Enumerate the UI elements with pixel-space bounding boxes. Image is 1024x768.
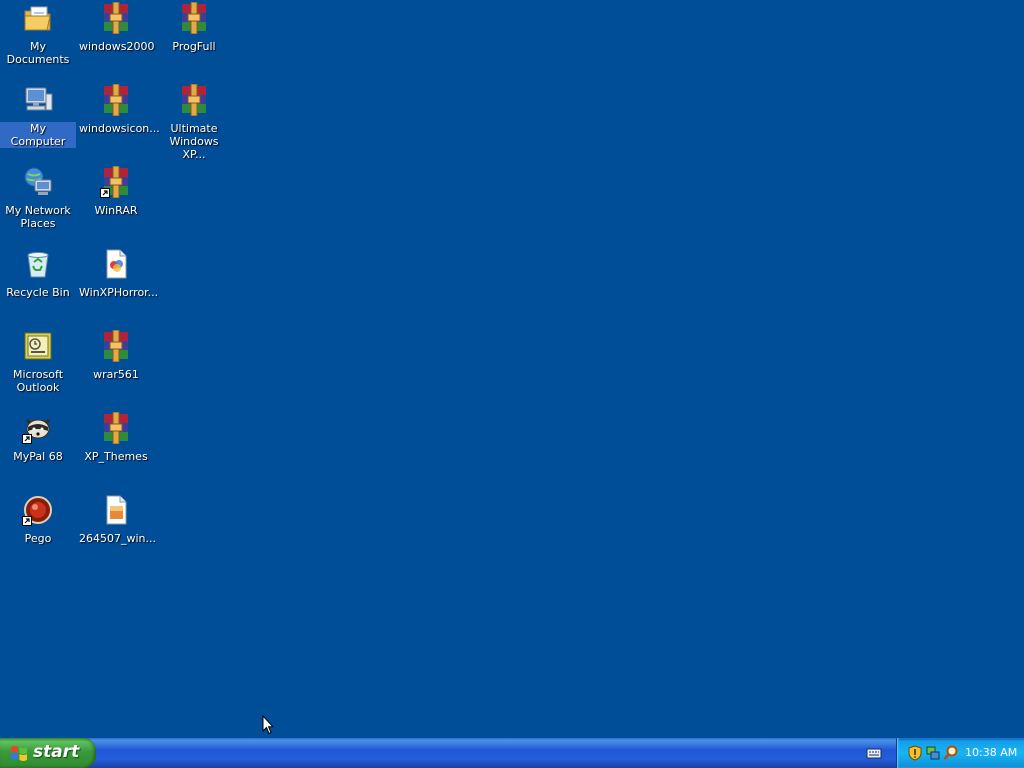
desktop-icon-winxphorror[interactable]: WinXPHorror... xyxy=(78,248,159,328)
start-button[interactable]: start xyxy=(0,738,96,768)
desktop-icon-label: Pego xyxy=(24,532,52,545)
desktop-icon-wrar561[interactable]: wrar561 xyxy=(78,329,154,410)
desktop-icon-mypal-68[interactable]: MyPal 68 xyxy=(0,412,76,492)
desktop-icon-label: WinXPHorror... xyxy=(79,286,159,299)
clock[interactable]: 10:38 AM xyxy=(965,746,1017,759)
keyboard-icon[interactable] xyxy=(866,746,882,760)
desktop-icon-label: My Documents xyxy=(6,40,70,66)
desktop-icon-label: WinRAR xyxy=(94,204,138,217)
security-shield-icon[interactable] xyxy=(907,745,923,761)
winrar-archive-icon xyxy=(178,83,210,117)
taskbar: start 10:38 AM xyxy=(0,738,1024,768)
winrar-archive-icon xyxy=(178,1,210,35)
mouse-cursor-icon xyxy=(262,715,274,735)
desktop-icon-label: XP_Themes xyxy=(84,450,148,463)
desktop-icon-label: windows2000 xyxy=(79,40,155,53)
outlook-icon xyxy=(22,330,54,362)
desktop-icon-my-documents[interactable]: My Documents xyxy=(0,2,76,82)
winrar-archive-icon xyxy=(100,329,132,363)
mypal-browser-icon xyxy=(22,412,54,444)
windows-logo-icon xyxy=(11,746,27,761)
desktop-icon-label: wrar561 xyxy=(93,368,139,381)
desktop-icon-winrar[interactable]: WinRAR xyxy=(78,165,154,246)
image-file-icon xyxy=(100,248,132,280)
desktop-icon-windows2000[interactable]: windows2000 xyxy=(78,1,155,82)
network-places-icon xyxy=(22,166,54,198)
winrar-archive-icon xyxy=(100,83,132,117)
desktop-icon-label: My Network Places xyxy=(5,204,71,230)
pego-icon xyxy=(22,494,54,526)
shortcut-arrow-icon xyxy=(100,188,110,198)
computer-icon xyxy=(22,84,54,116)
winrar-archive-icon xyxy=(100,1,132,35)
system-tray: 10:38 AM xyxy=(896,738,1024,768)
shortcut-arrow-icon xyxy=(22,434,32,444)
shortcut-arrow-icon xyxy=(22,516,32,526)
desktop-icon-label: MyPal 68 xyxy=(13,450,63,463)
desktop-icon-label: Ultimate Windows XP... xyxy=(169,122,219,161)
winrar-shortcut-icon xyxy=(100,165,132,199)
start-label: start xyxy=(33,742,80,762)
folder-documents-icon xyxy=(22,2,54,34)
desktop-icon-label: 264507_win... xyxy=(79,532,157,545)
desktop-icon-my-computer[interactable]: My Computer xyxy=(0,84,76,164)
desktop-icon-label: My Computer xyxy=(0,122,76,148)
desktop-icon-label: Recycle Bin xyxy=(6,286,70,299)
desktop-icon-ultimate-windows-xp[interactable]: Ultimate Windows XP... xyxy=(156,83,232,164)
desktop[interactable]: My Documents My Computer My Network Plac xyxy=(0,0,1024,738)
recycle-bin-icon xyxy=(22,248,54,280)
desktop-icon-microsoft-outlook[interactable]: Microsoft Outlook xyxy=(0,330,76,410)
image-file-icon xyxy=(100,494,132,526)
desktop-icon-label: ProgFull xyxy=(172,40,216,53)
desktop-icon-xp-themes[interactable]: XP_Themes xyxy=(78,411,154,492)
desktop-icon-progfull[interactable]: ProgFull xyxy=(156,1,232,82)
winrar-archive-icon xyxy=(100,411,132,445)
network-status-icon[interactable] xyxy=(925,745,941,761)
desktop-icon-windowsicon[interactable]: windowsicon... xyxy=(78,83,160,164)
desktop-icon-label: windowsicon... xyxy=(79,122,160,135)
search-icon[interactable] xyxy=(943,745,959,761)
desktop-icon-pego[interactable]: Pego xyxy=(0,494,76,574)
desktop-icon-recycle-bin[interactable]: Recycle Bin xyxy=(0,248,76,328)
desktop-icon-264507-win[interactable]: 264507_win... xyxy=(78,494,157,574)
desktop-icon-my-network-places[interactable]: My Network Places xyxy=(0,166,76,246)
desktop-icon-label: Microsoft Outlook xyxy=(12,368,64,394)
